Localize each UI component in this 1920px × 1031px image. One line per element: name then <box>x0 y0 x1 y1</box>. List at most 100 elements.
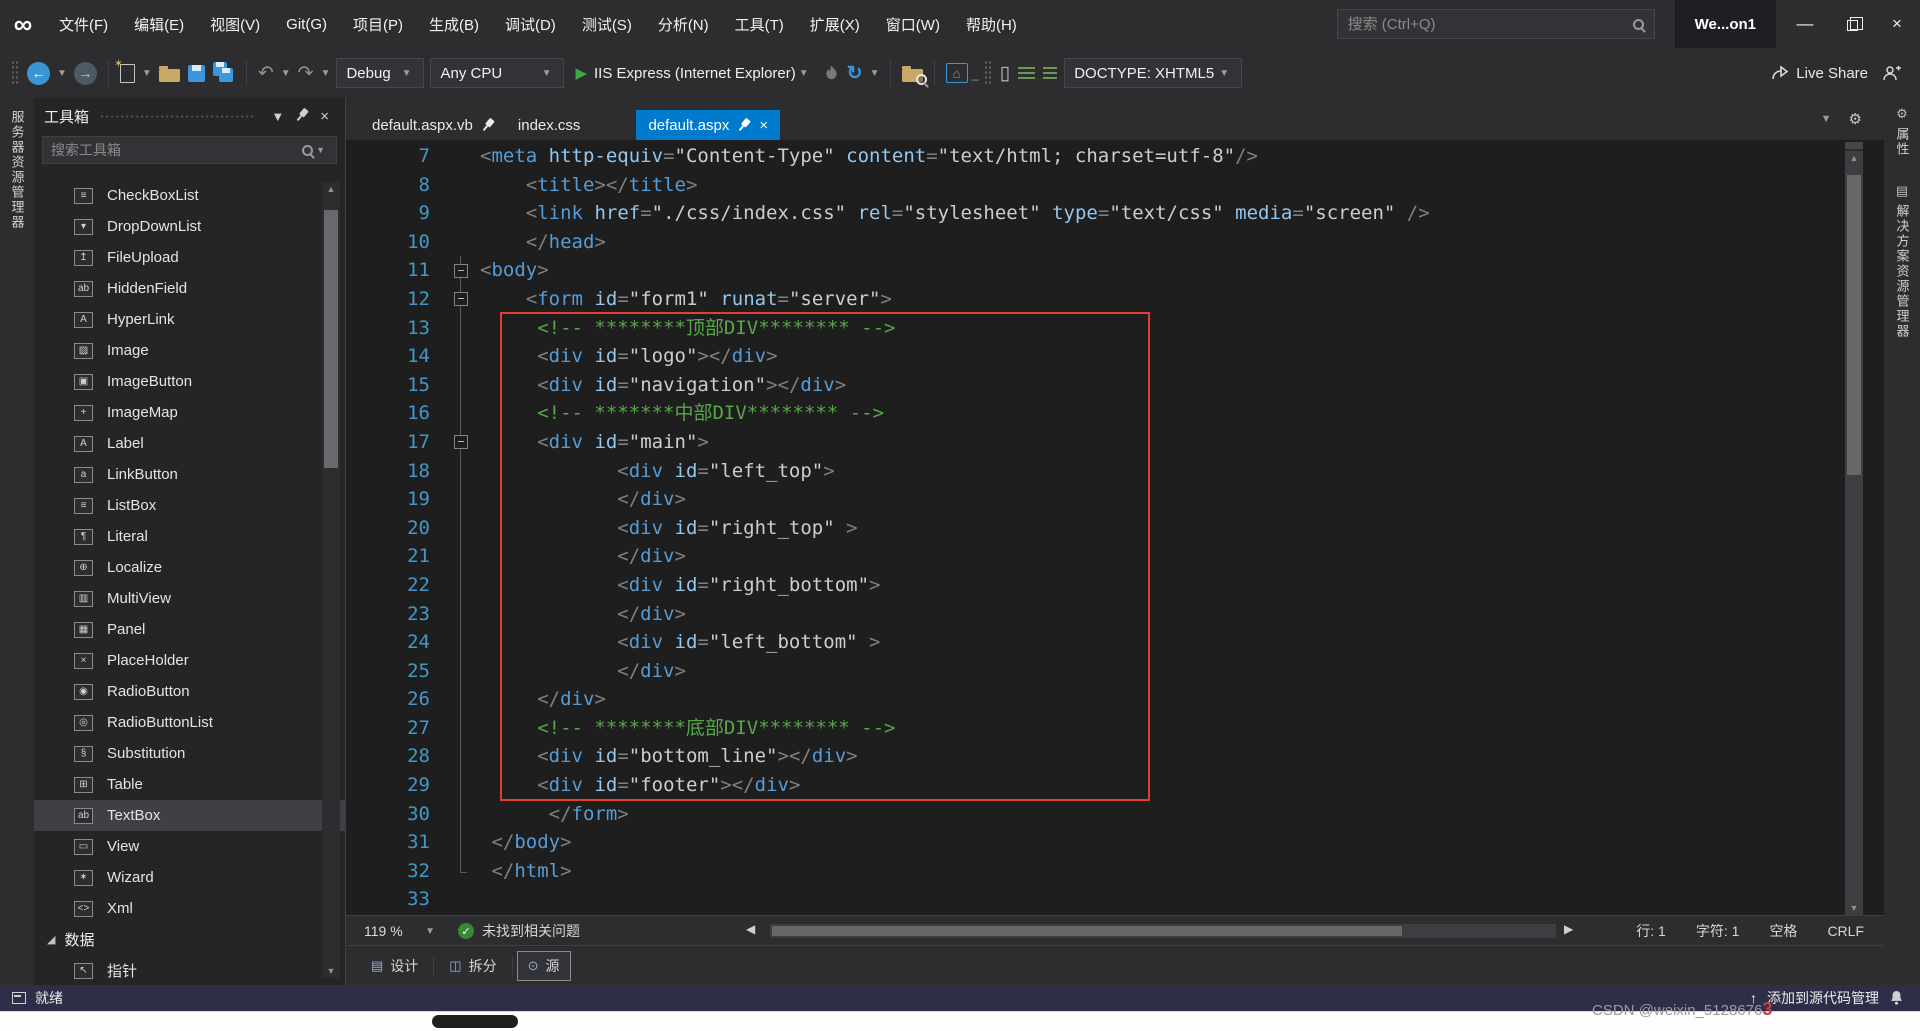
redo-dropdown-caret[interactable]: ▼ <box>318 68 334 79</box>
code-line-8[interactable]: 8 <title></title> <box>346 171 1884 200</box>
code-line-18[interactable]: 18 <div id="left_top"> <box>346 457 1884 486</box>
toolbox-item-radiobuttonlist[interactable]: ◎RadioButtonList <box>34 707 345 738</box>
menu-item-窗口(W)[interactable]: 窗口(W) <box>873 0 953 48</box>
code-line-24[interactable]: 24 <div id="left_bottom" > <box>346 628 1884 657</box>
undo-button[interactable]: ↶ <box>254 56 278 90</box>
code-line-16[interactable]: 16 <!-- *******中部DIV******** --> <box>346 399 1884 428</box>
pin-icon[interactable] <box>479 116 497 134</box>
view-源[interactable]: ⊙源 <box>517 951 571 981</box>
browse-with-button[interactable]: ⌂ <box>942 56 972 90</box>
toolbox-item-placeholder[interactable]: ×PlaceHolder <box>34 645 345 676</box>
code-line-30[interactable]: 30 </form> <box>346 800 1884 829</box>
column-indicator[interactable]: 字符: 1 <box>1696 921 1740 941</box>
live-share-button[interactable]: Live Share <box>1761 65 1878 82</box>
add-to-source-control-button[interactable]: 添加到源代码管理 <box>1767 988 1879 1008</box>
taskbar-item[interactable] <box>432 1015 518 1028</box>
menu-item-项目(P)[interactable]: 项目(P) <box>340 0 416 48</box>
fold-collapse-icon[interactable]: − <box>454 264 468 278</box>
toolbox-item-wizard[interactable]: ✶Wizard <box>34 862 345 893</box>
code-line-27[interactable]: 27 <!-- ********底部DIV******** --> <box>346 714 1884 743</box>
toolbox-item-listbox[interactable]: ≡ListBox <box>34 490 345 521</box>
code-line-32[interactable]: 32 </html> <box>346 857 1884 886</box>
solution-explorer-tab[interactable]: ▤ 解决方案资源管理器 <box>1893 183 1912 339</box>
toolbox-item-table[interactable]: ⊞Table <box>34 769 345 800</box>
menu-item-文件(F)[interactable]: 文件(F) <box>46 0 121 48</box>
search-input[interactable] <box>1348 16 1633 33</box>
toolbox-drag-grip[interactable] <box>99 114 255 119</box>
toolbox-item-hiddenfield[interactable]: abHiddenField <box>34 273 345 304</box>
redo-button[interactable]: ↷ <box>294 56 318 90</box>
hscroll-right-icon[interactable]: ▶ <box>1564 922 1573 936</box>
code-line-17[interactable]: 17− <div id="main"> <box>346 428 1884 457</box>
horizontal-scrollbar[interactable] <box>770 924 1556 938</box>
toolbox-item-imagemap[interactable]: +ImageMap <box>34 397 345 428</box>
solution-name-button[interactable]: We...on1 <box>1675 0 1776 48</box>
properties-tab[interactable]: ⚙ 属性 <box>1893 106 1912 157</box>
line-indicator[interactable]: 行: 1 <box>1636 921 1666 941</box>
scroll-down-icon[interactable]: ▼ <box>322 966 340 976</box>
minimize-button[interactable]: — <box>1782 0 1828 48</box>
background-tasks-icon[interactable] <box>12 992 26 1004</box>
find-in-files-button[interactable] <box>898 56 927 90</box>
close-icon[interactable]: × <box>759 117 768 134</box>
save-button[interactable] <box>184 56 209 90</box>
new-dropdown-caret[interactable]: ▼ <box>139 68 155 79</box>
fold-collapse-icon[interactable]: − <box>454 292 468 306</box>
pin-icon[interactable] <box>290 108 314 125</box>
save-all-button[interactable] <box>209 56 239 90</box>
document-outline-button[interactable]: ▯ <box>996 56 1014 90</box>
toolbar-grip[interactable] <box>11 60 18 86</box>
toolbox-item-xml[interactable]: <>Xml <box>34 893 345 924</box>
menu-item-工具(T)[interactable]: 工具(T) <box>722 0 797 48</box>
scroll-down-icon[interactable]: ▼ <box>1845 903 1863 913</box>
toolbox-options-caret[interactable]: ▼ <box>265 109 290 124</box>
hot-reload-button[interactable] <box>820 56 843 90</box>
code-line-15[interactable]: 15 <div id="navigation"></div> <box>346 371 1884 400</box>
toolbox-item-imagebutton[interactable]: ▣ImageButton <box>34 366 345 397</box>
tab-default.aspx.vb[interactable]: default.aspx.vb <box>360 110 506 140</box>
code-line-14[interactable]: 14 <div id="logo"></div> <box>346 342 1884 371</box>
code-line-21[interactable]: 21 </div> <box>346 542 1884 571</box>
toolbox-scrollbar[interactable]: ▲ ▼ <box>322 182 340 978</box>
account-button[interactable] <box>1878 56 1906 90</box>
code-line-19[interactable]: 19 </div> <box>346 485 1884 514</box>
refresh-dropdown-caret[interactable]: ▼ <box>867 68 883 79</box>
menu-item-分析(N)[interactable]: 分析(N) <box>645 0 722 48</box>
toolbox-item-localize[interactable]: ⊕Localize <box>34 552 345 583</box>
toolbox-item-radiobutton[interactable]: ◉RadioButton <box>34 676 345 707</box>
active-files-caret[interactable]: ▼ <box>1818 113 1835 125</box>
code-line-26[interactable]: 26 </div> <box>346 685 1884 714</box>
navigate-back-button[interactable]: ← <box>23 56 54 90</box>
toolbox-item-view[interactable]: ▭View <box>34 831 345 862</box>
notifications-bell-icon[interactable] <box>1889 990 1904 1006</box>
line-ending-indicator[interactable]: CRLF <box>1827 923 1864 939</box>
menu-item-扩展(X)[interactable]: 扩展(X) <box>797 0 873 48</box>
toolbar-grip[interactable] <box>984 60 991 86</box>
code-line-22[interactable]: 22 <div id="right_bottom"> <box>346 571 1884 600</box>
editor-splitter-handle[interactable] <box>1845 142 1863 151</box>
undo-dropdown-caret[interactable]: ▼ <box>278 68 294 79</box>
new-project-button[interactable] <box>116 56 139 90</box>
code-editor[interactable]: 7<meta http-equiv="Content-Type" content… <box>346 140 1884 915</box>
group-expander-icon[interactable]: ◢ <box>47 933 55 946</box>
toolbox-item-substitution[interactable]: §Substitution <box>34 738 345 769</box>
hscroll-left-icon[interactable]: ◀ <box>746 922 755 936</box>
toolbox-item-fileupload[interactable]: ↥FileUpload <box>34 242 345 273</box>
menu-item-测试(S)[interactable]: 测试(S) <box>569 0 645 48</box>
toolbox-item-hyperlink[interactable]: AHyperLink <box>34 304 345 335</box>
solution-configuration-dropdown[interactable]: Debug▼ <box>336 58 424 88</box>
start-debugging-button[interactable]: ▶ IIS Express (Internet Explorer) ▼ <box>567 64 819 82</box>
solution-platform-dropdown[interactable]: Any CPU▼ <box>430 58 564 88</box>
format-document-button[interactable] <box>1014 56 1039 90</box>
code-line-31[interactable]: 31 </body> <box>346 828 1884 857</box>
code-line-28[interactable]: 28 <div id="bottom_line"></div> <box>346 742 1884 771</box>
doctype-dropdown[interactable]: DOCTYPE: XHTML5▼ <box>1064 58 1242 88</box>
menu-item-视图(V)[interactable]: 视图(V) <box>197 0 273 48</box>
editor-vertical-scrollbar[interactable]: ▲ ▼ <box>1845 151 1863 915</box>
code-line-33[interactable]: 33 <box>346 885 1884 914</box>
format-selection-button[interactable] <box>1039 56 1061 90</box>
code-line-29[interactable]: 29 <div id="footer"></div> <box>346 771 1884 800</box>
editor-gear-icon[interactable]: ⚙ <box>1849 110 1862 128</box>
restore-button[interactable] <box>1828 0 1874 48</box>
tab-index.css[interactable]: index.css <box>506 110 593 140</box>
